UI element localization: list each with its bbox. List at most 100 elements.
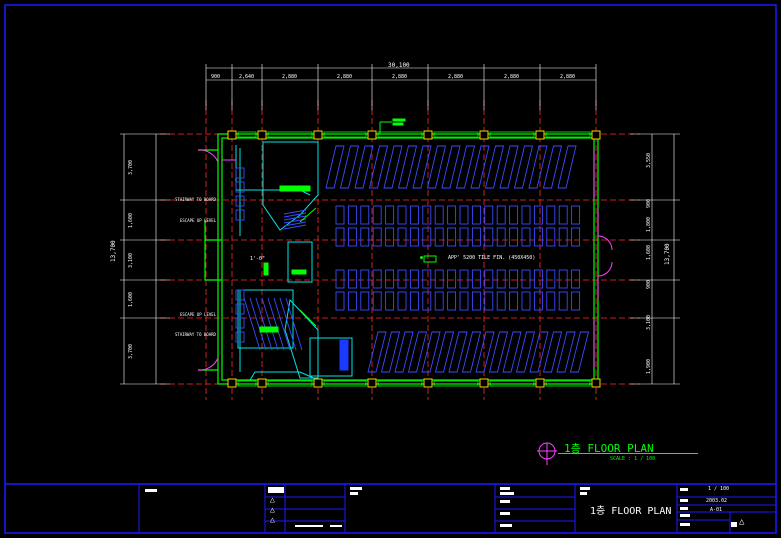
seat-row-top: [499, 145, 519, 189]
seat-lower-row-b: [360, 291, 370, 311]
revision-triangle-corner: △: [739, 517, 745, 527]
seat-upper-row-b: [571, 227, 581, 247]
seat-lower-row-b: [347, 291, 357, 311]
seating-layout: [235, 145, 590, 373]
left-dimension-label: 1,600: [128, 212, 134, 228]
annotation-stairway-top: STAIRWAY TO BOARD: [175, 197, 216, 202]
seat-row-top: [325, 145, 345, 189]
seat-row-top: [528, 145, 548, 189]
column-top: [535, 130, 545, 140]
seat-lower-row-a: [558, 269, 568, 289]
overall-dimension-label: 30,100: [388, 62, 410, 69]
seat-lower-row-a: [509, 269, 519, 289]
top-dimension-label: 2,880: [282, 74, 298, 80]
seat-lower-row-b: [471, 291, 481, 311]
floor-plan-drawing: [4, 4, 777, 534]
floor-finish-text: APP' 5200 TILE FIN. (450X450): [448, 255, 536, 261]
seat-row-top: [339, 145, 360, 189]
seat-row-top: [484, 145, 505, 189]
seat-upper-row-a: [459, 205, 469, 225]
seat-upper-row-a: [533, 205, 543, 225]
cad-drawing-sheet: 30,100 900 2,640 2,880 2,880 2,880 2,880 2,880…: [0, 0, 781, 538]
seat-lower-row-a: [546, 269, 556, 289]
column-top: [227, 130, 237, 140]
column-top: [591, 130, 601, 140]
seat-row-top: [542, 145, 563, 189]
seat-upper-row-b: [372, 227, 382, 247]
title-block-sheet-title: 1층 FLOOR PLAN: [590, 506, 672, 517]
seat-upper-row-b: [385, 227, 395, 247]
top-dimension-label: 2,880: [337, 74, 353, 80]
column-top: [257, 130, 267, 140]
seat-upper-row-a: [484, 205, 494, 225]
right-dimension-label: 900: [646, 279, 652, 289]
top-dimension-label: 2,880: [448, 74, 464, 80]
floor-finish-note: ● APP' 5200 TILE FIN. (450X450): [420, 255, 536, 261]
seat-lower-row-a: [447, 269, 457, 289]
left-dimension-label: 3,700: [128, 159, 134, 175]
right-dimension-label: 1,900: [646, 358, 652, 374]
seat-upper-row-b: [434, 227, 444, 247]
seat-lower-row-a: [496, 269, 506, 289]
column-bottom: [227, 378, 237, 388]
column-top: [313, 130, 323, 140]
seat-lower-row-b: [533, 291, 543, 311]
seat-row-top: [470, 145, 490, 189]
seat-lower-row-a: [484, 269, 494, 289]
seat-upper-row-a: [347, 205, 357, 225]
title-block-sheet-number: A-01: [710, 507, 723, 513]
top-dimension-label: 2,880: [504, 74, 520, 80]
seat-lower-row-b: [571, 291, 581, 311]
seat-upper-row-a: [360, 205, 370, 225]
seat-row-top: [383, 145, 403, 189]
seat-lower-row-a: [385, 269, 395, 289]
column-bottom: [367, 378, 377, 388]
seat-lower-row-b: [459, 291, 469, 311]
revision-triangle-1: △: [270, 495, 275, 504]
seat-upper-row-b: [422, 227, 432, 247]
annotation-escape-top: ESCAPE UP LEVEL: [180, 218, 217, 223]
seat-upper-row-b: [509, 227, 519, 247]
seat-lower-row-a: [372, 269, 382, 289]
section-marker-icon: [537, 442, 557, 465]
title-block-date: 2003.02: [706, 498, 728, 504]
seat-lower-row-a: [434, 269, 444, 289]
seat-upper-row-b: [496, 227, 506, 247]
seat-lower-row-b: [434, 291, 444, 311]
right-dimension-label: 900: [646, 198, 652, 208]
seat-upper-row-b: [484, 227, 494, 247]
seat-upper-row-b: [335, 227, 345, 247]
right-dimension-label: 3,100: [646, 314, 652, 330]
seat-row-top: [397, 145, 418, 189]
seat-upper-row-a: [546, 205, 556, 225]
left-dimension-label: 3,100: [128, 252, 134, 268]
seat-lower-row-a: [360, 269, 370, 289]
stair-label: 1'-0": [250, 256, 266, 262]
left-dimension-label: 3,700: [128, 343, 134, 359]
seat-upper-row-b: [360, 227, 370, 247]
seat-row-top: [441, 145, 461, 189]
seat-upper-row-a: [335, 205, 345, 225]
seat-row-top: [557, 145, 577, 189]
seat-lower-row-b: [385, 291, 395, 311]
column-bottom: [423, 378, 433, 388]
seat-row-top: [426, 145, 447, 189]
seat-lower-row-b: [409, 291, 419, 311]
seat-upper-row-a: [496, 205, 506, 225]
seat-lower-row-b: [447, 291, 457, 311]
seat-lower-row-b: [521, 291, 531, 311]
seat-upper-row-a: [447, 205, 457, 225]
column-top: [423, 130, 433, 140]
seat-upper-row-a: [509, 205, 519, 225]
column-top: [367, 130, 377, 140]
top-dimension-label: 900: [211, 74, 221, 80]
column-top: [479, 130, 489, 140]
seat-upper-row-b: [447, 227, 457, 247]
revision-triangle-3: △: [270, 515, 275, 524]
seat-lower-row-b: [372, 291, 382, 311]
plan-scale-label: SCALE : 1 / 100: [610, 456, 656, 462]
top-dimension-label: 2,880: [560, 74, 576, 80]
seat-upper-row-a: [434, 205, 444, 225]
seat-upper-row-a: [558, 205, 568, 225]
seat-lower-row-b: [484, 291, 494, 311]
